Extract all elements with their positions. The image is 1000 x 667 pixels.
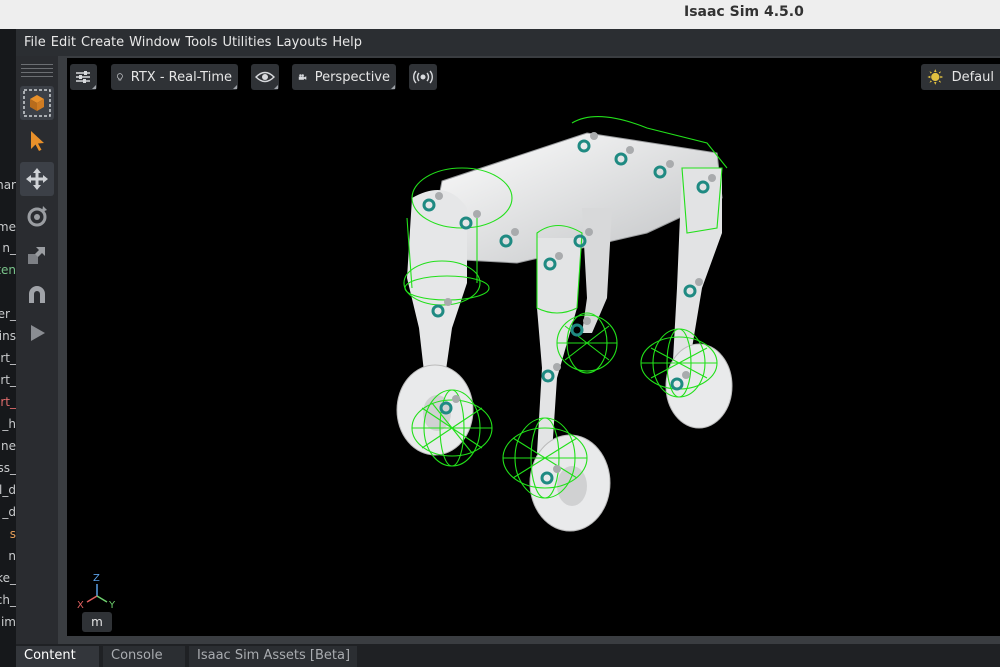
stage-tree-item[interactable]: ss_ [0, 461, 16, 481]
snap-magnet-icon [29, 286, 45, 303]
axis-gizmo: Z X Y [77, 573, 116, 611]
scene-robot-model[interactable]: Z X Y [67, 58, 1000, 636]
stage-tree-item-label: ch_ [0, 593, 16, 607]
unit-label: m [82, 612, 112, 632]
tools-panel [16, 56, 58, 644]
stage-tree-item-label: n [8, 549, 16, 563]
play-icon [31, 325, 45, 341]
stage-tree-item[interactable]: im [0, 615, 16, 635]
stage-tree-partial: har me n_ten er_ _ins rt_ rt_ rt_ _hine ss_ l_d _ds… [0, 29, 16, 667]
snap-button[interactable] [20, 278, 54, 312]
stage-tree-item[interactable]: rt_ [0, 373, 16, 393]
stage-tree-item-label: ten [0, 263, 16, 277]
menu-file[interactable]: File [24, 35, 46, 50]
menu-help[interactable]: Help [332, 35, 362, 50]
title-bar: Isaac Sim 4.5.0 [0, 0, 1000, 29]
stage-tree-item[interactable]: _h [0, 417, 16, 437]
panel-grip[interactable] [21, 64, 53, 78]
tab-isaac-sim-assets[interactable]: Isaac Sim Assets [Beta] [189, 646, 357, 667]
stage-tree-item[interactable]: me [0, 220, 16, 240]
stage-tree-item-label: rt_ [0, 373, 16, 387]
stage-tree-item-label: rt_ [0, 395, 16, 409]
menu-layouts[interactable]: Layouts [276, 35, 327, 50]
stage-tree-item-label: ine [0, 439, 16, 453]
axis-z-label: Z [93, 573, 100, 584]
tab-content[interactable]: Content [16, 646, 99, 667]
stage-tree-item[interactable]: n [0, 549, 16, 569]
stage-tree-item[interactable]: er_ [0, 307, 16, 327]
stage-tree-item-label: har [0, 178, 16, 192]
stage-tree-item-label: ss_ [0, 461, 16, 475]
rotate-icon [27, 206, 47, 227]
move-button[interactable] [20, 162, 54, 196]
menu-bar: File Edit Create Window Tools Utilities … [16, 29, 1000, 56]
select-arrow-icon [31, 131, 44, 151]
bottom-tab-bar: Content Console Isaac Sim Assets [Beta] [16, 644, 1000, 667]
menu-window[interactable]: Window [129, 35, 180, 50]
stage-tree-item-label: _d [2, 505, 16, 519]
stage-tree-item[interactable]: _ins [0, 329, 16, 349]
move-icon [26, 168, 48, 190]
stage-tree-item[interactable]: n_ [0, 241, 16, 261]
stage-tree-item[interactable]: ch_ [0, 593, 16, 613]
window-title: Isaac Sim 4.5.0 [684, 4, 804, 20]
viewport[interactable]: RTX - Real-Time Perspective Defaul Z X Y… [67, 58, 1000, 636]
select-mode-button[interactable] [20, 86, 54, 120]
stage-tree-item-label: ke_ [0, 571, 16, 585]
tab-console[interactable]: Console [103, 646, 185, 667]
play-button[interactable] [20, 316, 54, 350]
menu-create[interactable]: Create [81, 35, 124, 50]
stage-tree-item[interactable]: ten [0, 263, 16, 283]
scale-icon [28, 247, 45, 264]
stage-tree-item-label: er_ [0, 307, 16, 321]
stage-tree-item[interactable]: ke_ [0, 571, 16, 591]
stage-tree-item-label: n_ [2, 241, 16, 255]
stage-tree-item[interactable]: rt_ [0, 395, 16, 415]
axis-y-label: Y [108, 600, 116, 611]
menu-tools[interactable]: Tools [185, 35, 217, 50]
stage-tree-item-label: me [0, 220, 16, 234]
select-button[interactable] [20, 124, 54, 158]
stage-tree-item[interactable]: har [0, 178, 16, 198]
menu-edit[interactable]: Edit [51, 35, 76, 50]
stage-tree-item[interactable]: ine [0, 439, 16, 459]
stage-tree-item[interactable]: _d [0, 505, 16, 525]
stage-tree-item-label: _h [2, 417, 16, 431]
stage-tree-item-label: l_d [0, 483, 16, 497]
rotate-button[interactable] [20, 200, 54, 234]
stage-tree-item-label: rt_ [0, 351, 16, 365]
stage-tree-item-label: im [0, 615, 16, 629]
stage-tree-item[interactable]: l_d [0, 483, 16, 503]
stage-tree-item[interactable]: rt_ [0, 351, 16, 371]
menu-utilities[interactable]: Utilities [222, 35, 271, 50]
stage-tree-item[interactable]: s [0, 527, 16, 547]
axis-x-label: X [77, 600, 84, 611]
scale-button[interactable] [20, 238, 54, 272]
stage-tree-item-label: _ins [0, 329, 16, 343]
select-mode-icon [23, 89, 51, 117]
